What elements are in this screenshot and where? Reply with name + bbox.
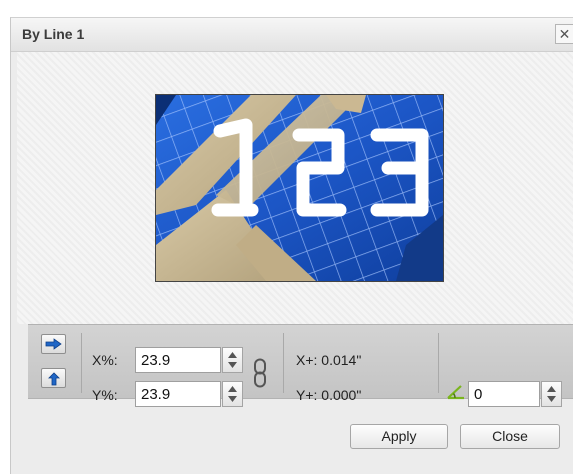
y-percent-spinner[interactable]: [222, 381, 243, 407]
arrow-up-icon: [47, 372, 60, 386]
preview-area: [17, 52, 573, 324]
offset-controls: X%: 23.9 Y%: 23.9 X+: 0.014" Y+: 0.000": [28, 324, 573, 407]
divider: [81, 333, 82, 393]
dialog-title: By Line 1: [22, 26, 85, 42]
up-down-spinner-icon: [228, 386, 237, 402]
x-percent-input[interactable]: 23.9: [135, 347, 221, 373]
divider: [283, 333, 284, 393]
x-percent-label: X%:: [92, 352, 118, 368]
y-percent-input[interactable]: 23.9: [135, 381, 221, 407]
angle-icon: [447, 385, 464, 400]
horizontal-direction-button[interactable]: [41, 334, 66, 354]
y-offset-value: Y+: 0.000": [296, 387, 362, 403]
x-percent-spinner[interactable]: [222, 347, 243, 373]
up-down-spinner-icon: [547, 386, 556, 402]
close-icon[interactable]: ✕: [555, 24, 573, 44]
chain-link-icon[interactable]: [252, 358, 268, 388]
y-percent-label: Y%:: [92, 387, 118, 403]
angle-input[interactable]: 0: [468, 381, 540, 407]
angle-spinner[interactable]: [541, 381, 562, 407]
x-offset-value: X+: 0.014": [296, 352, 362, 368]
close-button[interactable]: Close: [460, 424, 560, 449]
preview-image: [155, 94, 444, 282]
dialog-titlebar: By Line 1 ✕: [11, 18, 573, 52]
divider: [438, 333, 439, 393]
up-down-spinner-icon: [228, 352, 237, 368]
arrow-right-icon: [45, 338, 62, 350]
vertical-direction-button[interactable]: [41, 368, 66, 388]
dialog-window: By Line 1 ✕ X%: 23.9 Y%: 23.9 X+: 0.014"…: [10, 17, 573, 474]
apply-button[interactable]: Apply: [350, 424, 448, 449]
